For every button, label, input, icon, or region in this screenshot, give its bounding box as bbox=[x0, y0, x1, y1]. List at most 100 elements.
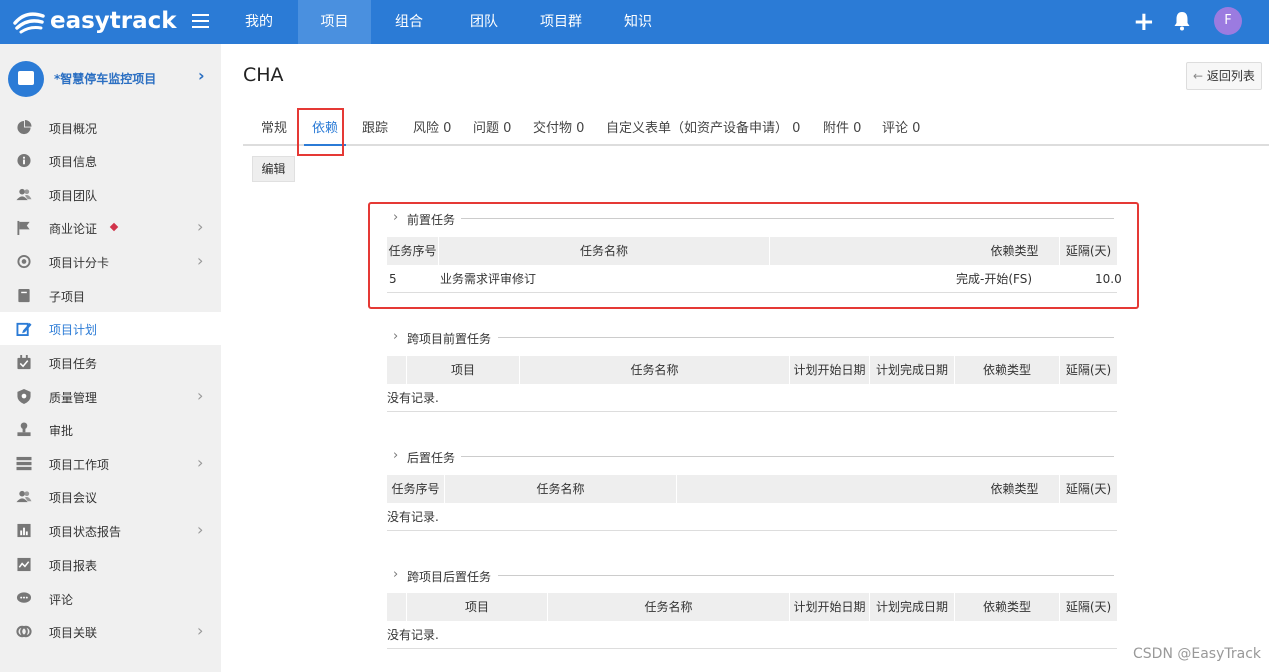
column-header[interactable]: 计划开始日期 bbox=[790, 593, 870, 621]
chevron-right-icon: › bbox=[198, 66, 205, 85]
sidebar-item-info[interactable]: 项目信息 bbox=[0, 144, 221, 177]
nav-program[interactable]: 项目群 bbox=[533, 0, 589, 44]
chevron-right-icon: › bbox=[197, 520, 204, 539]
sidebar-item-label: 项目报表 bbox=[49, 559, 98, 573]
tab-custom-form[interactable]: 自定义表单（如资产设备申请） 0 bbox=[606, 112, 800, 146]
app-logo[interactable]: easytrack bbox=[12, 6, 177, 36]
tab-general[interactable]: 常规 bbox=[261, 112, 287, 146]
column-header[interactable]: 任务名称 bbox=[520, 356, 790, 384]
column-header[interactable]: 计划完成日期 bbox=[870, 356, 955, 384]
back-to-list-button[interactable]: ← 返回列表 bbox=[1186, 62, 1262, 90]
nav-knowledge[interactable]: 知识 bbox=[610, 0, 666, 44]
column-header[interactable]: 项目 bbox=[407, 593, 548, 621]
shield-icon bbox=[17, 389, 31, 404]
section-toggle-cross-predecessor[interactable]: › 跨项目前置任务 bbox=[393, 329, 491, 347]
chevron-right-icon: › bbox=[197, 217, 204, 236]
sidebar-item-label: 项目概况 bbox=[49, 122, 98, 136]
bar-chart-icon bbox=[17, 523, 31, 538]
nav-mine[interactable]: 我的 bbox=[231, 0, 287, 44]
project-name: *智慧停车监控项目 bbox=[54, 72, 157, 86]
sidebar-item-subproject[interactable]: 子项目 bbox=[0, 279, 221, 312]
highlight-box-tab bbox=[297, 108, 344, 156]
tab-bar: 常规 依赖 跟踪 风险 0 问题 0 交付物 0 自定义表单（如资产设备申请） … bbox=[243, 112, 1269, 146]
pie-chart-icon bbox=[17, 120, 32, 135]
book-icon bbox=[18, 288, 30, 303]
tab-issues[interactable]: 问题 0 bbox=[473, 112, 511, 146]
sidebar-item-label: 项目关联 bbox=[49, 626, 98, 640]
column-header[interactable]: 依赖类型 bbox=[955, 356, 1060, 384]
sidebar-item-label: 项目状态报告 bbox=[49, 525, 122, 539]
meeting-icon bbox=[16, 490, 32, 503]
tab-risks[interactable]: 风险 0 bbox=[413, 112, 451, 146]
sidebar-item-label: 项目工作项 bbox=[49, 458, 110, 472]
sidebar-item-label: 项目团队 bbox=[49, 189, 98, 203]
top-navbar: easytrack 我的 项目 组合 团队 项目群 知识 + F bbox=[0, 0, 1269, 44]
sidebar-item-work-items[interactable]: 项目工作项 › bbox=[0, 447, 221, 480]
column-header[interactable]: 延隔(天) bbox=[1060, 356, 1117, 384]
tab-attachments[interactable]: 附件 0 bbox=[823, 112, 861, 146]
sidebar-item-overview[interactable]: 项目概况 bbox=[0, 111, 221, 144]
alert-badge bbox=[109, 222, 119, 232]
column-header[interactable]: 计划开始日期 bbox=[790, 356, 870, 384]
sidebar-item-team[interactable]: 项目团队 bbox=[0, 178, 221, 211]
section-toggle-cross-successor[interactable]: › 跨项目后置任务 bbox=[393, 567, 492, 585]
sidebar-item-label: 审批 bbox=[49, 424, 74, 438]
add-icon[interactable]: + bbox=[1133, 9, 1155, 35]
sidebar-item-relations[interactable]: 项目关联 › bbox=[0, 615, 221, 648]
info-icon bbox=[17, 153, 31, 168]
chevron-right-icon: › bbox=[197, 453, 204, 472]
sidebar-item-label: 项目任务 bbox=[49, 357, 98, 371]
column-header[interactable]: 项目 bbox=[407, 356, 520, 384]
section-title: 跨项目后置任务 bbox=[407, 570, 492, 584]
sidebar-item-approval[interactable]: 审批 bbox=[0, 413, 221, 446]
edit-icon bbox=[16, 322, 32, 336]
column-header[interactable]: 任务名称 bbox=[445, 475, 677, 503]
sidebar-item-tasks[interactable]: 项目任务 bbox=[0, 346, 221, 379]
empty-message: 没有记录. bbox=[387, 384, 1117, 412]
column-header[interactable]: 计划完成日期 bbox=[870, 593, 955, 621]
sidebar-item-quality[interactable]: 质量管理 › bbox=[0, 380, 221, 413]
stamp-icon bbox=[17, 422, 31, 437]
list-icon bbox=[16, 456, 32, 471]
edit-button[interactable]: 编辑 bbox=[252, 156, 295, 182]
sidebar-item-label: 项目计划 bbox=[49, 323, 98, 337]
column-header[interactable]: 任务序号 bbox=[387, 475, 445, 503]
sidebar-item-plan[interactable]: 项目计划 bbox=[0, 312, 221, 345]
column-header[interactable]: 依赖类型 bbox=[955, 593, 1060, 621]
target-icon bbox=[17, 254, 31, 269]
section-toggle-successor[interactable]: › 后置任务 bbox=[393, 448, 456, 466]
menu-toggle-icon[interactable] bbox=[192, 14, 209, 28]
column-header[interactable]: 延隔(天) bbox=[1060, 593, 1117, 621]
user-avatar[interactable]: F bbox=[1214, 7, 1242, 35]
highlight-box-predecessor bbox=[368, 202, 1139, 309]
page-title: CHA bbox=[243, 64, 284, 86]
sidebar-item-label: 项目计分卡 bbox=[49, 256, 110, 270]
column-header[interactable]: 延隔(天) bbox=[1060, 475, 1117, 503]
divider bbox=[498, 337, 1114, 338]
tab-deliverables[interactable]: 交付物 0 bbox=[533, 112, 584, 146]
nav-projects[interactable]: 项目 bbox=[298, 0, 371, 44]
section-title: 后置任务 bbox=[407, 451, 456, 465]
column-header[interactable]: 依赖类型 bbox=[970, 475, 1060, 503]
tab-comments[interactable]: 评论 0 bbox=[882, 112, 920, 146]
column-header[interactable]: 任务名称 bbox=[548, 593, 790, 621]
nav-portfolio[interactable]: 组合 bbox=[381, 0, 437, 44]
sidebar-item-scorecard[interactable]: 项目计分卡 › bbox=[0, 245, 221, 278]
table-header: 任务序号 任务名称 依赖类型 延隔(天) bbox=[387, 475, 1117, 503]
sidebar-item-meeting[interactable]: 项目会议 bbox=[0, 480, 221, 513]
tab-tracking[interactable]: 跟踪 bbox=[362, 112, 388, 146]
sidebar-item-reports[interactable]: 项目报表 bbox=[0, 548, 221, 581]
sidebar-item-label: 项目会议 bbox=[49, 491, 98, 505]
nav-team[interactable]: 团队 bbox=[456, 0, 512, 44]
table-header: 项目 任务名称 计划开始日期 计划完成日期 依赖类型 延隔(天) bbox=[387, 593, 1117, 621]
bell-icon[interactable] bbox=[1173, 11, 1191, 31]
chevron-right-icon: › bbox=[197, 251, 204, 270]
sidebar-item-business-case[interactable]: 商业论证 › bbox=[0, 211, 221, 244]
empty-message: 没有记录. bbox=[387, 621, 1117, 649]
project-header[interactable]: *智慧停车监控项目 › bbox=[0, 44, 221, 112]
sidebar-item-status-report[interactable]: 项目状态报告 › bbox=[0, 514, 221, 547]
project-folder-icon bbox=[8, 61, 44, 97]
table-header: 项目 任务名称 计划开始日期 计划完成日期 依赖类型 延隔(天) bbox=[387, 356, 1117, 384]
sidebar-item-comments[interactable]: 评论 bbox=[0, 582, 221, 615]
chevron-right-icon: › bbox=[393, 329, 399, 344]
